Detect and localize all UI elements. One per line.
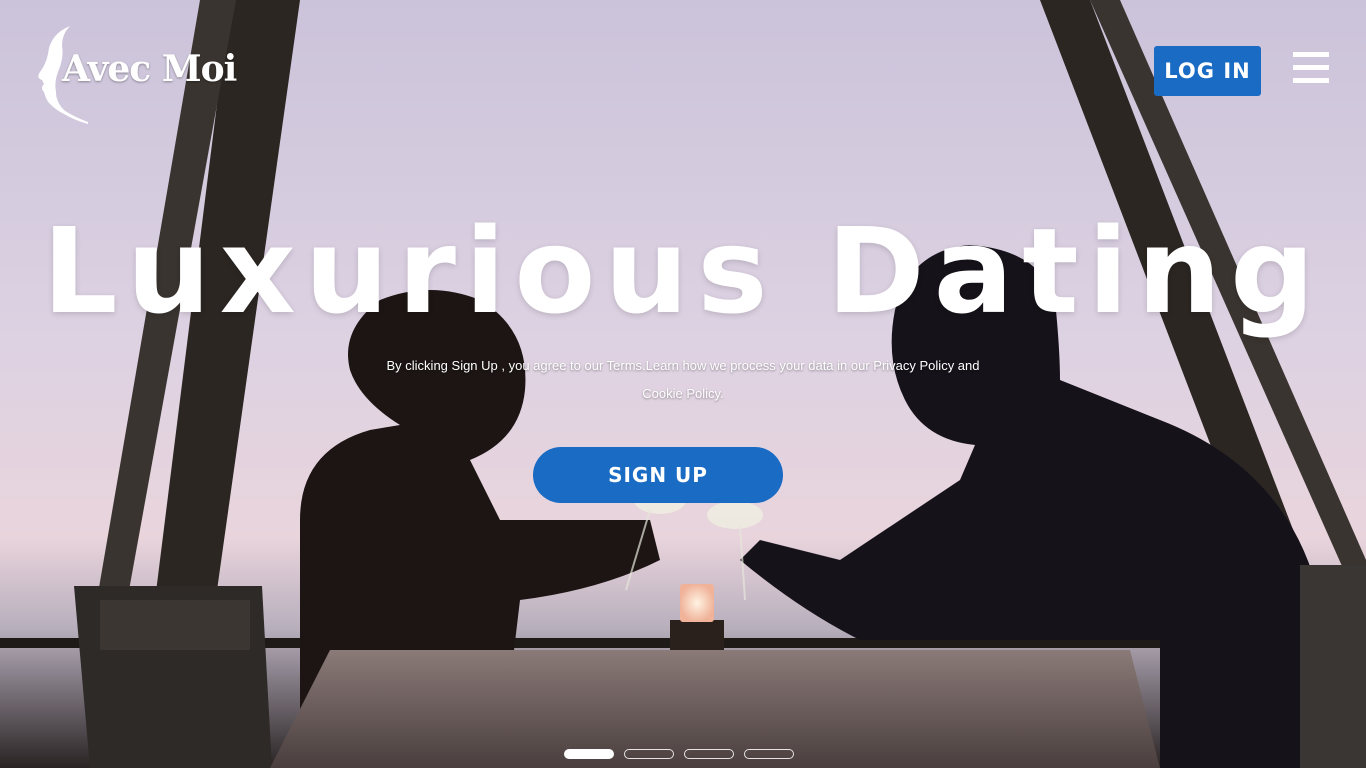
terms-notice: By clicking Sign Up , you agree to our T…: [386, 358, 980, 401]
hamburger-menu-icon[interactable]: [1290, 52, 1332, 88]
brand-logo[interactable]: Avec Moi: [34, 24, 237, 126]
carousel-dot-3[interactable]: [684, 749, 734, 759]
menu-bar: [1293, 65, 1329, 70]
carousel-dot-4[interactable]: [744, 749, 794, 759]
carousel-dot-1[interactable]: [564, 749, 614, 759]
brand-name: Avec Moi: [62, 48, 237, 90]
carousel-dot-2[interactable]: [624, 749, 674, 759]
login-button[interactable]: LOG IN: [1154, 46, 1261, 96]
menu-bar: [1293, 52, 1329, 57]
hero-headline: Luxurious Dating: [42, 202, 1324, 340]
carousel-indicators: [564, 749, 794, 759]
hero-section: Avec Moi LOG IN Luxurious Dating By clic…: [0, 0, 1366, 768]
menu-bar: [1293, 78, 1329, 83]
signup-button[interactable]: SIGN UP: [533, 447, 783, 503]
